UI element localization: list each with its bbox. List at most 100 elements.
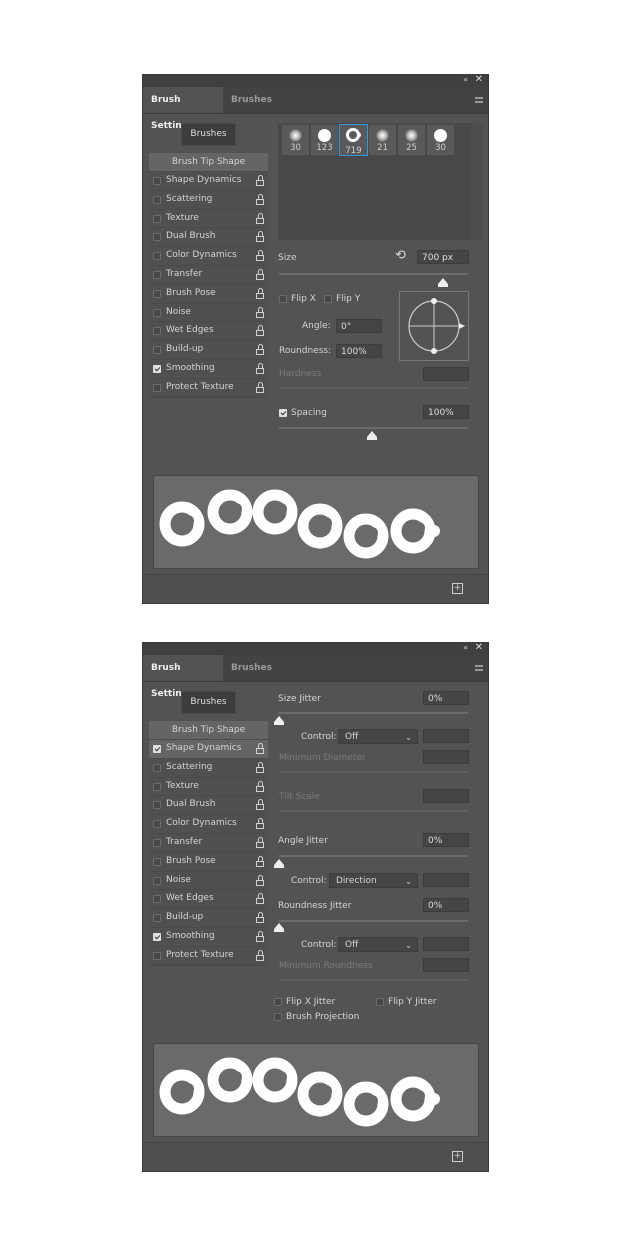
spacing-checkbox[interactable] (279, 409, 287, 417)
brush-pose-checkbox[interactable] (153, 857, 161, 866)
panel-menu-icon[interactable] (475, 97, 483, 103)
size-slider-thumb[interactable] (438, 278, 449, 287)
protect-texture-checkbox[interactable] (153, 383, 161, 392)
noise-checkbox[interactable] (153, 308, 161, 317)
sidebar-item-smoothing[interactable]: Smoothing (149, 927, 268, 947)
wet-edges-checkbox[interactable] (153, 895, 161, 904)
flip-y-jitter-checkbox[interactable] (376, 998, 384, 1006)
brushes-button[interactable]: Brushes (181, 123, 236, 146)
brush-preset[interactable]: 21 (369, 125, 396, 155)
lock-icon[interactable] (256, 761, 264, 773)
tab-brushes[interactable]: Brushes (223, 655, 280, 681)
lock-icon[interactable] (256, 893, 264, 905)
sidebar-item-color-dynamics[interactable]: Color Dynamics (149, 815, 268, 834)
panel-menu-icon[interactable] (475, 665, 483, 671)
roundness-jitter-control-select[interactable]: Off ⌄ (338, 937, 418, 952)
lock-icon[interactable] (256, 855, 264, 867)
flip-x-checkbox[interactable] (279, 295, 287, 303)
brush-preset[interactable]: 25 (398, 125, 425, 155)
lock-icon[interactable] (256, 743, 264, 754)
lock-icon[interactable] (256, 250, 264, 262)
lock-icon[interactable] (256, 949, 264, 961)
lock-icon[interactable] (256, 325, 264, 337)
brush-pose-checkbox[interactable] (153, 289, 161, 298)
build-up-checkbox[interactable] (153, 914, 161, 923)
preset-scrollbar[interactable] (471, 123, 483, 240)
sidebar-item-color-dynamics[interactable]: Color Dynamics (149, 247, 268, 266)
lock-icon[interactable] (256, 780, 264, 792)
size-input[interactable]: 700 px (417, 250, 469, 264)
sidebar-item-protect-texture[interactable]: Protect Texture (149, 378, 268, 398)
brush-preset[interactable]: 30 (427, 125, 454, 155)
flip-x-jitter-checkbox[interactable] (274, 998, 282, 1006)
sidebar-item-brush-tip-shape[interactable]: Brush Tip Shape (149, 153, 268, 172)
collapse-icon[interactable]: « (463, 75, 468, 84)
sidebar-item-brush-tip-shape[interactable]: Brush Tip Shape (149, 721, 268, 740)
sidebar-item-brush-pose[interactable]: Brush Pose (149, 284, 268, 304)
protect-texture-checkbox[interactable] (153, 951, 161, 960)
angle-jitter-slider-thumb[interactable] (274, 859, 284, 868)
color-dynamics-checkbox[interactable] (153, 820, 161, 829)
lock-icon[interactable] (256, 212, 264, 224)
lock-icon[interactable] (256, 799, 264, 811)
brush-preset[interactable]: 123 (311, 125, 338, 155)
lock-icon[interactable] (256, 930, 264, 942)
sidebar-item-shape-dynamics[interactable]: Shape Dynamics (149, 740, 268, 759)
collapse-icon[interactable]: « (463, 643, 468, 652)
sidebar-item-protect-texture[interactable]: Protect Texture (149, 946, 268, 966)
flip-y-checkbox[interactable] (324, 295, 332, 303)
close-icon[interactable]: ✕ (475, 74, 483, 85)
dual-brush-checkbox[interactable] (153, 801, 161, 810)
tab-brushes[interactable]: Brushes (223, 87, 280, 113)
roundness-jitter-slider-thumb[interactable] (274, 923, 284, 932)
texture-checkbox[interactable] (153, 782, 161, 791)
angle-jitter-slider[interactable] (279, 855, 468, 857)
build-up-checkbox[interactable] (153, 346, 161, 355)
brush-preset[interactable]: 719 (339, 124, 368, 156)
lock-icon[interactable] (256, 344, 264, 356)
lock-icon[interactable] (256, 287, 264, 299)
lock-icon[interactable] (256, 231, 264, 243)
wet-edges-checkbox[interactable] (153, 327, 161, 336)
shape-dynamics-checkbox[interactable] (153, 745, 161, 753)
size-jitter-slider-thumb[interactable] (274, 716, 284, 725)
close-icon[interactable]: ✕ (475, 642, 483, 653)
color-dynamics-checkbox[interactable] (153, 252, 161, 261)
lock-icon[interactable] (256, 362, 264, 374)
sidebar-item-shape-dynamics[interactable]: Shape Dynamics (149, 172, 268, 191)
lock-icon[interactable] (256, 836, 264, 848)
sidebar-item-build-up[interactable]: Build-up (149, 909, 268, 928)
size-jitter-control-select[interactable]: Off ⌄ (338, 729, 418, 744)
tab-brush-settings[interactable]: Brush Settings (143, 87, 223, 131)
sidebar-item-transfer[interactable]: Transfer (149, 833, 268, 853)
sidebar-item-build-up[interactable]: Build-up (149, 341, 268, 360)
spacing-input[interactable]: 100% (423, 405, 469, 419)
sidebar-item-wet-edges[interactable]: Wet Edges (149, 322, 268, 342)
scattering-checkbox[interactable] (153, 763, 161, 772)
lock-icon[interactable] (256, 818, 264, 830)
lock-icon[interactable] (256, 268, 264, 280)
size-jitter-input[interactable]: 0% (423, 691, 469, 705)
smoothing-checkbox[interactable] (153, 364, 161, 373)
sidebar-item-wet-edges[interactable]: Wet Edges (149, 890, 268, 910)
spacing-slider[interactable] (279, 427, 468, 429)
roundness-jitter-input[interactable]: 0% (423, 898, 469, 912)
reset-size-icon[interactable]: ⟲ (395, 248, 406, 263)
roundness-jitter-slider[interactable] (279, 920, 468, 922)
sidebar-item-dual-brush[interactable]: Dual Brush (149, 228, 268, 248)
sidebar-item-scattering[interactable]: Scattering (149, 758, 268, 778)
sidebar-item-texture[interactable]: Texture (149, 777, 268, 797)
angle-input[interactable]: 0° (336, 319, 382, 333)
transfer-checkbox[interactable] (153, 838, 161, 847)
scattering-checkbox[interactable] (153, 195, 161, 204)
brush-projection-checkbox[interactable] (274, 1013, 282, 1021)
lock-icon[interactable] (256, 193, 264, 205)
sidebar-item-noise[interactable]: Noise (149, 871, 268, 891)
dual-brush-checkbox[interactable] (153, 233, 161, 242)
texture-checkbox[interactable] (153, 214, 161, 223)
sidebar-item-smoothing[interactable]: Smoothing (149, 359, 268, 379)
angle-roundness-widget[interactable] (399, 291, 469, 361)
noise-checkbox[interactable] (153, 876, 161, 885)
sidebar-item-texture[interactable]: Texture (149, 209, 268, 229)
create-new-brush-icon[interactable]: + (452, 1151, 463, 1162)
